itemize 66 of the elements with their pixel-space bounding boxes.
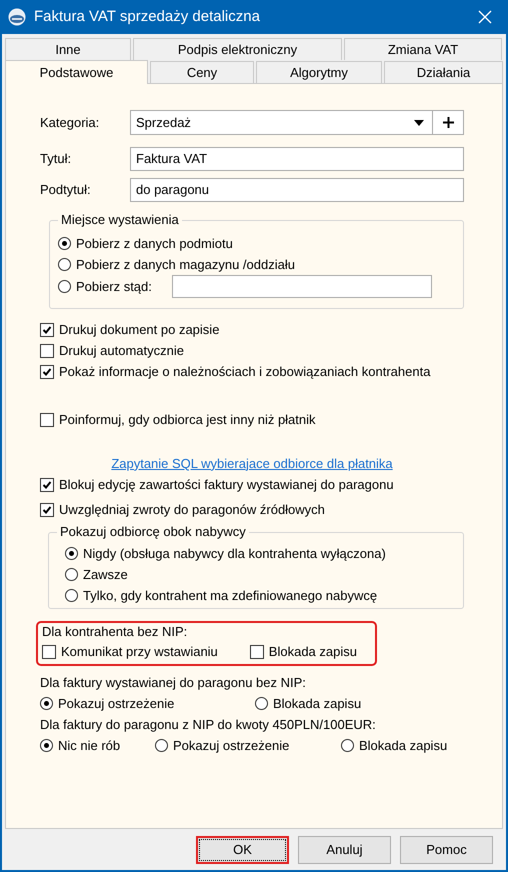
radio-label: Blokada zapisu [273,694,362,713]
radio-label: Pobierz z danych podmiotu [76,234,233,253]
tab[interactable]: Inne [5,38,131,60]
radio-button[interactable] [65,589,78,602]
close-icon[interactable] [478,10,492,24]
radio-label: Blokada zapisu [359,736,448,755]
category-dropdown[interactable]: Sprzedaż [130,110,464,135]
plus-icon [442,117,454,128]
radio-label: Pokazuj ostrzeżenie [58,694,174,713]
checkbox-label: Blokuj edycję zawartości faktury wystawianej do paragonu [59,476,394,494]
radio-label: Nigdy (obsługa nabywcy dla kontrahenta wyłączona) [83,544,386,563]
checkbox-label: Blokada zapisu [268,642,357,661]
checkbox-label: Poinformuj, gdy odbiorca jest inny niż płatnik [59,410,316,429]
radio-button[interactable] [58,280,71,293]
checkbox[interactable] [42,644,56,658]
field-label: Tytuł: [40,150,72,168]
text-field[interactable]: do paragonu [130,178,464,202]
checkbox[interactable] [40,502,54,516]
radio-button[interactable] [40,697,53,710]
dropdown-arrow-icon [414,120,424,126]
tab[interactable]: Algorytmy [256,61,382,83]
radio-button[interactable] [40,739,53,752]
field-label: Podtytuł: [40,181,92,200]
checkbox-label: Pokaż informacje o należnościach i zobowiązaniach kontrahenta [59,362,430,381]
radio-label: Pobierz stąd: [76,278,152,296]
group-title: Miejsce wystawienia [58,212,182,228]
dialog-button[interactable]: OK [196,836,289,864]
radio-button[interactable] [155,739,168,752]
group-title: Pokazuj odbiorcę obok nabywcy [57,524,249,540]
text-field[interactable]: Faktura VAT [130,147,464,171]
checkbox-label: Uwzględniaj zwroty do paragonów źródłowych [59,500,325,519]
radio-button[interactable] [58,258,71,271]
sql-query-link[interactable]: Zapytanie SQL wybierajace odbiorce dla płatnika [111,454,393,474]
checkbox[interactable] [40,364,54,378]
tab[interactable]: Ceny [150,61,254,83]
radio-button[interactable] [255,697,268,710]
radio-button[interactable] [65,568,78,581]
checkbox[interactable] [40,412,54,426]
app-logo-icon [8,8,26,26]
tab[interactable]: Podpis elektroniczny [133,38,342,60]
checkbox[interactable] [40,322,54,336]
section-label: Dla faktury wystawianej do paragonu bez NIP: [40,674,307,692]
radio-button[interactable] [65,547,78,560]
tab[interactable]: Działania [384,61,503,83]
checkbox-label: Drukuj dokument po zapisie [59,320,220,339]
field-label: Kategoria: [40,114,100,132]
checkbox[interactable] [40,344,54,358]
checkbox[interactable] [40,478,54,492]
tab[interactable]: Zmiana VAT [344,38,502,60]
radio-label: Pokazuj ostrzeżenie [173,736,290,755]
dialog-button[interactable]: Pomoc [400,836,493,864]
tab[interactable]: Podstawowe [5,60,148,84]
radio-button[interactable] [58,237,71,250]
window-title: Faktura VAT sprzedaży detaliczna [34,6,261,27]
checkbox-label: Drukuj automatycznie [59,342,184,360]
section-label: Dla faktury do paragonu z NIP do kwoty 450PLN/100EUR: [40,716,377,734]
text-field[interactable] [172,275,432,298]
radio-label: Nic nie rób [58,736,120,755]
radio-button[interactable] [341,739,354,752]
checkbox-label: Komunikat przy wstawianiu [61,642,218,661]
group-title: Dla kontrahenta bez NIP: [42,623,188,641]
radio-label: Zawsze [83,566,128,584]
radio-label: Pobierz z danych magazynu /oddziału [76,256,295,274]
dialog-button[interactable]: Anuluj [298,836,391,864]
checkbox[interactable] [250,644,264,658]
radio-label: Tylko, gdy kontrahent ma zdefiniowanego nabywcę [83,586,378,605]
